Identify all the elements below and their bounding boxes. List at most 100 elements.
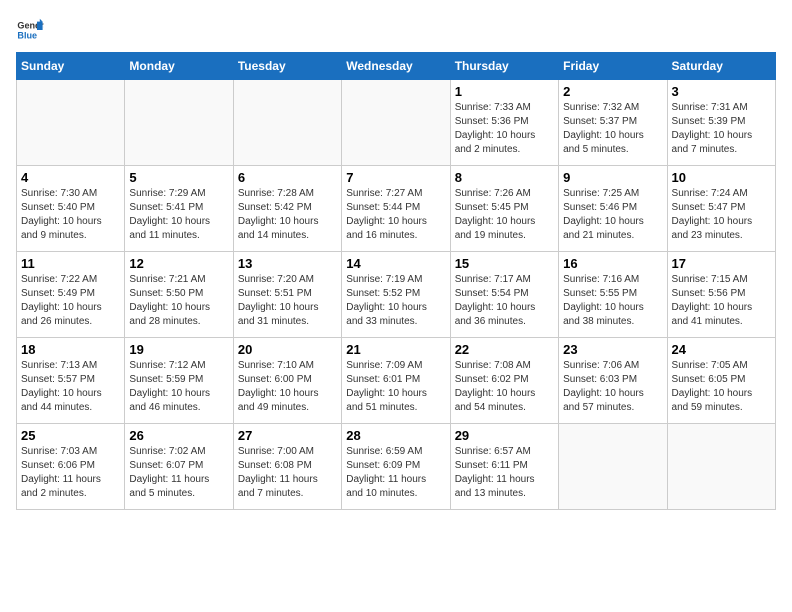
calendar-week-3: 11 Sunrise: 7:22 AM Sunset: 5:49 PM Dayli…	[17, 252, 776, 338]
day-info: Sunrise: 6:57 AM Sunset: 6:11 PM Dayligh…	[455, 445, 554, 501]
calendar-week-4: 18 Sunrise: 7:13 AM Sunset: 5:57 PM Dayli…	[17, 338, 776, 424]
calendar-cell: 9 Sunrise: 7:25 AM Sunset: 5:46 PM Daylig…	[559, 166, 667, 252]
day-info: Sunrise: 7:33 AM Sunset: 5:36 PM Dayligh…	[455, 101, 554, 157]
day-info: Sunrise: 7:13 AM Sunset: 5:57 PM Dayligh…	[21, 359, 120, 415]
day-info: Sunrise: 7:30 AM Sunset: 5:40 PM Dayligh…	[21, 187, 120, 243]
calendar-cell: 13 Sunrise: 7:20 AM Sunset: 5:51 PM Dayli…	[233, 252, 341, 338]
day-info: Sunrise: 7:08 AM Sunset: 6:02 PM Dayligh…	[455, 359, 554, 415]
calendar-cell: 3 Sunrise: 7:31 AM Sunset: 5:39 PM Daylig…	[667, 80, 775, 166]
day-number: 1	[455, 84, 554, 99]
day-info: Sunrise: 7:21 AM Sunset: 5:50 PM Dayligh…	[129, 273, 228, 329]
calendar-cell	[17, 80, 125, 166]
header-thursday: Thursday	[450, 53, 558, 80]
logo-icon: General Blue	[16, 16, 44, 44]
calendar-cell: 11 Sunrise: 7:22 AM Sunset: 5:49 PM Dayli…	[17, 252, 125, 338]
calendar-cell: 25Sunrise: 7:03 AM Sunset: 6:06 PM Dayli…	[17, 424, 125, 510]
calendar-cell	[667, 424, 775, 510]
day-info: Sunrise: 7:28 AM Sunset: 5:42 PM Dayligh…	[238, 187, 337, 243]
day-info: Sunrise: 7:22 AM Sunset: 5:49 PM Dayligh…	[21, 273, 120, 329]
header-friday: Friday	[559, 53, 667, 80]
calendar-cell: 29 Sunrise: 6:57 AM Sunset: 6:11 PM Dayli…	[450, 424, 558, 510]
day-info: Sunrise: 7:09 AM Sunset: 6:01 PM Dayligh…	[346, 359, 445, 415]
day-number: 11	[21, 256, 120, 271]
calendar-cell: 8 Sunrise: 7:26 AM Sunset: 5:45 PM Daylig…	[450, 166, 558, 252]
calendar-week-1: 1 Sunrise: 7:33 AM Sunset: 5:36 PM Daylig…	[17, 80, 776, 166]
calendar-cell: 7Sunrise: 7:27 AM Sunset: 5:44 PM Daylig…	[342, 166, 450, 252]
day-number: 12	[129, 256, 228, 271]
day-info: Sunrise: 7:12 AM Sunset: 5:59 PM Dayligh…	[129, 359, 228, 415]
day-number: 28	[346, 428, 445, 443]
day-number: 5	[129, 170, 228, 185]
day-info: Sunrise: 7:06 AM Sunset: 6:03 PM Dayligh…	[563, 359, 662, 415]
calendar-cell: 6Sunrise: 7:28 AM Sunset: 5:42 PM Daylig…	[233, 166, 341, 252]
calendar-header-row: SundayMondayTuesdayWednesdayThursdayFrid…	[17, 53, 776, 80]
header-wednesday: Wednesday	[342, 53, 450, 80]
calendar-table: SundayMondayTuesdayWednesdayThursdayFrid…	[16, 52, 776, 510]
header-saturday: Saturday	[667, 53, 775, 80]
calendar-cell: 15 Sunrise: 7:17 AM Sunset: 5:54 PM Dayli…	[450, 252, 558, 338]
day-number: 8	[455, 170, 554, 185]
calendar-cell: 23 Sunrise: 7:06 AM Sunset: 6:03 PM Dayli…	[559, 338, 667, 424]
day-info: Sunrise: 7:05 AM Sunset: 6:05 PM Dayligh…	[672, 359, 771, 415]
calendar-cell: 4 Sunrise: 7:30 AM Sunset: 5:40 PM Daylig…	[17, 166, 125, 252]
calendar-cell: 18 Sunrise: 7:13 AM Sunset: 5:57 PM Dayli…	[17, 338, 125, 424]
day-info: Sunrise: 7:19 AM Sunset: 5:52 PM Dayligh…	[346, 273, 445, 329]
day-number: 19	[129, 342, 228, 357]
header-sunday: Sunday	[17, 53, 125, 80]
day-number: 23	[563, 342, 662, 357]
calendar-cell: 2Sunrise: 7:32 AM Sunset: 5:37 PM Daylig…	[559, 80, 667, 166]
day-info: Sunrise: 7:02 AM Sunset: 6:07 PM Dayligh…	[129, 445, 228, 501]
day-number: 18	[21, 342, 120, 357]
day-info: Sunrise: 7:29 AM Sunset: 5:41 PM Dayligh…	[129, 187, 228, 243]
day-number: 17	[672, 256, 771, 271]
day-number: 15	[455, 256, 554, 271]
day-number: 20	[238, 342, 337, 357]
day-number: 14	[346, 256, 445, 271]
calendar-cell: 16 Sunrise: 7:16 AM Sunset: 5:55 PM Dayli…	[559, 252, 667, 338]
calendar-cell	[233, 80, 341, 166]
day-number: 3	[672, 84, 771, 99]
calendar-cell: 20Sunrise: 7:10 AM Sunset: 6:00 PM Dayli…	[233, 338, 341, 424]
day-number: 9	[563, 170, 662, 185]
calendar-cell	[559, 424, 667, 510]
day-number: 4	[21, 170, 120, 185]
day-number: 13	[238, 256, 337, 271]
day-number: 22	[455, 342, 554, 357]
calendar-cell	[125, 80, 233, 166]
day-number: 16	[563, 256, 662, 271]
day-number: 24	[672, 342, 771, 357]
day-info: Sunrise: 7:20 AM Sunset: 5:51 PM Dayligh…	[238, 273, 337, 329]
calendar-cell: 26Sunrise: 7:02 AM Sunset: 6:07 PM Dayli…	[125, 424, 233, 510]
header: General Blue	[16, 16, 776, 44]
calendar-cell: 22 Sunrise: 7:08 AM Sunset: 6:02 PM Dayli…	[450, 338, 558, 424]
day-info: Sunrise: 7:24 AM Sunset: 5:47 PM Dayligh…	[672, 187, 771, 243]
day-info: Sunrise: 7:32 AM Sunset: 5:37 PM Dayligh…	[563, 101, 662, 157]
calendar-cell	[342, 80, 450, 166]
day-info: Sunrise: 7:16 AM Sunset: 5:55 PM Dayligh…	[563, 273, 662, 329]
calendar-cell: 5 Sunrise: 7:29 AM Sunset: 5:41 PM Daylig…	[125, 166, 233, 252]
calendar-cell: 28 Sunrise: 6:59 AM Sunset: 6:09 PM Dayli…	[342, 424, 450, 510]
day-info: Sunrise: 6:59 AM Sunset: 6:09 PM Dayligh…	[346, 445, 445, 501]
logo: General Blue	[16, 16, 48, 44]
calendar-cell: 24 Sunrise: 7:05 AM Sunset: 6:05 PM Dayli…	[667, 338, 775, 424]
day-number: 10	[672, 170, 771, 185]
day-info: Sunrise: 7:00 AM Sunset: 6:08 PM Dayligh…	[238, 445, 337, 501]
svg-text:Blue: Blue	[17, 30, 37, 40]
calendar-cell: 14 Sunrise: 7:19 AM Sunset: 5:52 PM Dayli…	[342, 252, 450, 338]
day-info: Sunrise: 7:31 AM Sunset: 5:39 PM Dayligh…	[672, 101, 771, 157]
day-number: 21	[346, 342, 445, 357]
calendar-week-2: 4 Sunrise: 7:30 AM Sunset: 5:40 PM Daylig…	[17, 166, 776, 252]
day-info: Sunrise: 7:26 AM Sunset: 5:45 PM Dayligh…	[455, 187, 554, 243]
header-tuesday: Tuesday	[233, 53, 341, 80]
day-number: 7	[346, 170, 445, 185]
calendar-week-5: 25Sunrise: 7:03 AM Sunset: 6:06 PM Dayli…	[17, 424, 776, 510]
day-number: 29	[455, 428, 554, 443]
header-monday: Monday	[125, 53, 233, 80]
day-number: 27	[238, 428, 337, 443]
calendar-cell: 17 Sunrise: 7:15 AM Sunset: 5:56 PM Dayli…	[667, 252, 775, 338]
day-info: Sunrise: 7:17 AM Sunset: 5:54 PM Dayligh…	[455, 273, 554, 329]
day-info: Sunrise: 7:15 AM Sunset: 5:56 PM Dayligh…	[672, 273, 771, 329]
calendar-cell: 12 Sunrise: 7:21 AM Sunset: 5:50 PM Dayli…	[125, 252, 233, 338]
calendar-cell: 1 Sunrise: 7:33 AM Sunset: 5:36 PM Daylig…	[450, 80, 558, 166]
day-info: Sunrise: 7:25 AM Sunset: 5:46 PM Dayligh…	[563, 187, 662, 243]
